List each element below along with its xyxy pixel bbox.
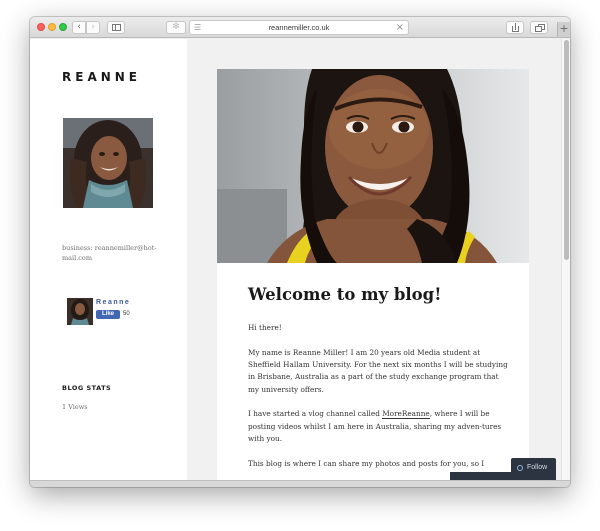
new-tab-button[interactable]: +	[557, 22, 570, 37]
chevron-left-icon: ‹	[77, 22, 81, 32]
post-paragraph: I have started a vlog channel called Mor…	[248, 409, 502, 444]
post-paragraph: This blog is where I can share my photos…	[248, 458, 485, 468]
post-paragraph: My name is Reanne Miller! I am 20 years …	[248, 347, 508, 394]
page-scrollbar[interactable]	[561, 39, 570, 480]
profile-photo-image	[63, 118, 153, 208]
address-bar[interactable]: ☰ reannemiller.co.uk ×	[189, 20, 409, 35]
site-title[interactable]: REANNE	[62, 70, 141, 84]
facebook-like-button[interactable]: Like	[96, 310, 120, 319]
zoom-window-button[interactable]	[59, 23, 67, 31]
page-viewport: REANNE business: reannemiller@hot-mail.c…	[30, 39, 570, 480]
extension-button[interactable]: ✻	[166, 21, 186, 34]
stop-loading-icon[interactable]: ×	[396, 21, 404, 34]
follow-icon	[517, 465, 523, 471]
facebook-like-count: 50	[123, 311, 130, 317]
chevron-right-icon: ›	[91, 22, 95, 32]
back-button[interactable]: ‹	[72, 21, 86, 34]
blog-sidebar: REANNE business: reannemiller@hot-mail.c…	[30, 39, 187, 480]
minimize-window-button[interactable]	[48, 23, 56, 31]
puzzle-icon: ✻	[172, 22, 180, 32]
window-bottom-edge	[30, 480, 570, 487]
browser-window: ‹ › ✻ ☰ reannemiller.co.uk × + REANNE bu…	[30, 17, 570, 487]
close-window-button[interactable]	[37, 23, 45, 31]
profile-photo[interactable]	[63, 118, 153, 208]
scrollbar-thumb[interactable]	[564, 40, 569, 260]
facebook-like-box: Reanne Like 50	[67, 298, 157, 325]
vlog-channel-link[interactable]: MoreReanne	[382, 409, 430, 420]
post-title[interactable]: Welcome to my blog!	[248, 285, 441, 304]
facebook-page-name[interactable]: Reanne	[96, 298, 130, 307]
hero-photo	[217, 69, 529, 263]
sidebar-icon	[112, 24, 121, 31]
post-content: Hi there! My name is Reanne Miller! I am…	[248, 322, 508, 480]
business-email: business: reannemiller@hot-mail.com	[62, 244, 157, 262]
sidebar-toggle-button[interactable]	[107, 21, 125, 34]
post-paragraph: Hi there!	[248, 323, 282, 332]
browser-toolbar: ‹ › ✻ ☰ reannemiller.co.uk × +	[30, 17, 570, 38]
blog-post: Welcome to my blog! Hi there! My name is…	[217, 69, 529, 480]
facebook-page-thumbnail[interactable]	[67, 298, 93, 325]
blog-stats-views: 1 Views	[62, 403, 88, 411]
show-tabs-button[interactable]	[530, 21, 548, 34]
follow-label: Follow	[527, 464, 548, 471]
url-text: reannemiller.co.uk	[268, 23, 330, 32]
follow-button[interactable]: Follow	[511, 458, 556, 478]
blog-stats-heading: BLOG STATS	[62, 384, 112, 392]
share-button[interactable]	[506, 21, 524, 34]
post-hero-image	[217, 69, 529, 263]
forward-button[interactable]: ›	[86, 21, 100, 34]
